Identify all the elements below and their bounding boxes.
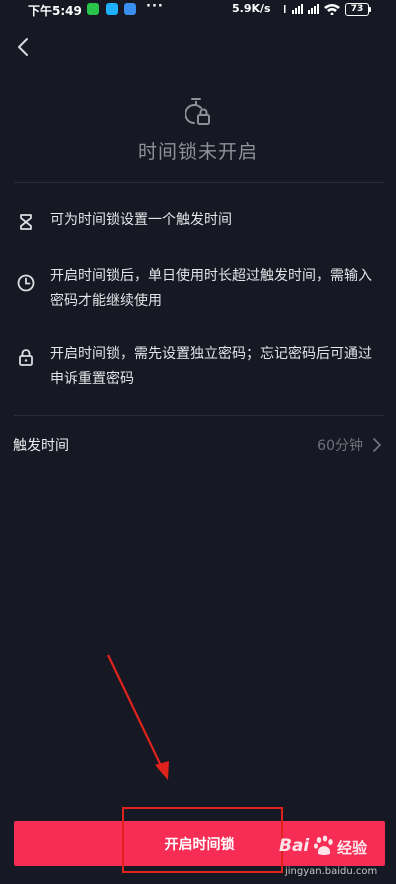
trigger-time-value: 60分钟 [317, 438, 363, 454]
chevron-right-icon [373, 438, 381, 452]
network-speed: 5.9K/s [232, 2, 271, 15]
watermark-brand: 经验 [337, 839, 368, 857]
battery-indicator: 73 [345, 3, 369, 16]
back-arrow-icon[interactable] [14, 36, 36, 58]
lock-icon [19, 349, 33, 366]
battery-tip [369, 7, 371, 12]
divider [14, 182, 384, 183]
time-lock-page: 下午5:49 ··· 5.9K/s 73 时间锁未开启 可为时间锁设置一个触发时… [0, 0, 396, 884]
paw-icon [314, 835, 333, 855]
hourglass-icon [20, 214, 32, 230]
divider [14, 415, 384, 416]
watermark: Bai 经验 jingyan.baidu.com [277, 826, 393, 877]
annotation-arrow-line [107, 654, 164, 771]
wechat-icon [87, 3, 99, 15]
info-text: 开启时间锁后，单日使用时长超过触发时间，需输入密码才能继续使用 [50, 268, 372, 309]
annotation-arrowhead [155, 761, 169, 780]
signal-wifi-icons [284, 4, 340, 15]
trigger-time-row[interactable]: 触发时间 60分钟 [0, 427, 396, 463]
timer-lock-icon [185, 98, 210, 125]
clock-icon [17, 274, 35, 292]
info-text: 开启时间锁，需先设置独立密码；忘记密码后可通过申诉重置密码 [50, 346, 372, 387]
app-notification-icon [106, 3, 118, 15]
watermark-logo: Bai [279, 836, 310, 856]
more-notifications-icon: ··· [146, 0, 164, 14]
status-time: 下午5:49 [28, 4, 82, 18]
weather-icon [124, 3, 136, 15]
page-title: 时间锁未开启 [137, 141, 258, 163]
status-bar: 下午5:49 ··· 5.9K/s 73 [0, 0, 396, 20]
watermark-url: jingyan.baidu.com [285, 866, 378, 877]
info-text: 可为时间锁设置一个触发时间 [50, 212, 232, 228]
trigger-time-label: 触发时间 [13, 438, 69, 454]
